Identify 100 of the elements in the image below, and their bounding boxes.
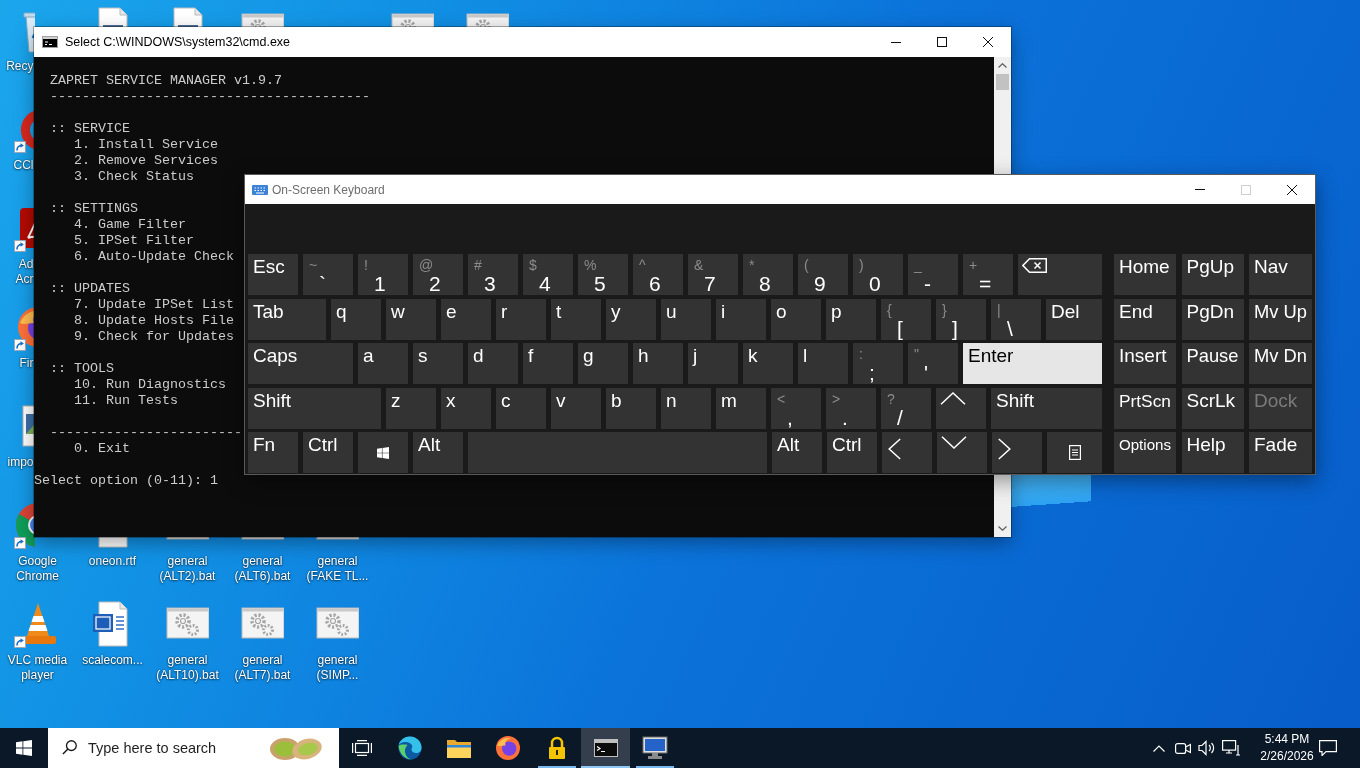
keyboard-key[interactable]: g — [578, 343, 628, 384]
keyboard-key[interactable]: Tab — [248, 298, 326, 340]
keyboard-key[interactable]: * 8 — [743, 254, 793, 295]
taskbar-app-button[interactable] — [581, 728, 630, 768]
document-icon[interactable] — [172, 7, 203, 27]
keyboard-key[interactable]: Insert — [1114, 343, 1176, 384]
keyboard-key[interactable]: { [ — [881, 298, 931, 340]
network-icon[interactable] — [1222, 740, 1240, 756]
keyboard-key[interactable]: PgDn — [1181, 298, 1244, 340]
keyboard-key[interactable]: @ 2 — [413, 254, 463, 295]
notification-icon[interactable] — [1319, 740, 1337, 756]
keyboard-key[interactable] — [937, 432, 987, 473]
gears-window-icon[interactable] — [240, 607, 284, 639]
keyboard-key[interactable]: Home — [1114, 254, 1176, 295]
keyboard-key[interactable]: Fn — [248, 432, 298, 473]
keyboard-key[interactable]: i — [716, 298, 766, 340]
gears-window-icon[interactable] — [165, 607, 209, 639]
keyboard-key[interactable]: # 3 — [468, 254, 518, 295]
keyboard-key[interactable]: _ - — [908, 254, 958, 295]
keyboard-key[interactable]: y — [606, 298, 656, 340]
gears-window-icon[interactable] — [240, 13, 284, 27]
keyboard-key[interactable]: ScrLk — [1181, 387, 1244, 429]
keyboard-key[interactable]: Alt — [413, 432, 463, 473]
keyboard-key[interactable]: t — [551, 298, 601, 340]
document-icon[interactable] — [97, 7, 128, 27]
keyboard-key[interactable]: ^ 6 — [633, 254, 683, 295]
keyboard-key[interactable]: q — [331, 298, 381, 340]
keyboard-key[interactable]: Ctrl — [827, 432, 877, 473]
scrollbar-thumb[interactable] — [996, 74, 1009, 90]
keyboard-key[interactable]: | \ — [991, 298, 1041, 340]
keyboard-key[interactable]: c — [496, 387, 546, 429]
keyboard-key[interactable]: Options — [1114, 432, 1176, 473]
keyboard-key[interactable]: < , — [771, 387, 821, 429]
keyboard-key[interactable]: Shift — [248, 387, 381, 429]
keyboard-key[interactable]: Nav — [1249, 254, 1312, 295]
chevron-up-icon[interactable] — [1153, 744, 1165, 752]
keyboard-key[interactable]: ( 9 — [798, 254, 848, 295]
keyboard-key[interactable]: Esc — [248, 254, 298, 295]
keyboard-key[interactable]: End — [1114, 298, 1176, 340]
gears-window-icon[interactable] — [390, 13, 434, 27]
keyboard-key[interactable]: e — [441, 298, 491, 340]
padlock-icon — [547, 736, 566, 760]
keyboard-key[interactable]: PrtScn — [1114, 387, 1176, 429]
image-file-icon[interactable] — [21, 405, 35, 447]
keyboard-key[interactable]: Enter — [963, 343, 1102, 384]
keyboard-key[interactable]: l — [798, 343, 848, 384]
keyboard-key[interactable] — [936, 387, 986, 429]
keyboard-key[interactable]: Alt — [772, 432, 822, 473]
keyboard-key[interactable]: r — [496, 298, 546, 340]
keyboard-key[interactable]: Mv Up — [1249, 298, 1312, 340]
keyboard-key[interactable]: Mv Dn — [1249, 343, 1312, 384]
keyboard-key[interactable]: s — [413, 343, 463, 384]
speaker-icon[interactable] — [1198, 740, 1216, 756]
keyboard-key[interactable]: u — [661, 298, 711, 340]
keyboard-key[interactable]: ? / — [881, 387, 931, 429]
keyboard-key[interactable]: d — [468, 343, 518, 384]
keyboard-key[interactable]: + = — [963, 254, 1013, 295]
keyboard-key[interactable] — [1047, 432, 1102, 473]
keyboard-key[interactable]: PgUp — [1181, 254, 1244, 295]
keyboard-key[interactable]: Del — [1046, 298, 1102, 340]
keyboard-key[interactable]: k — [743, 343, 793, 384]
menu-option: 3. Check Status — [74, 169, 194, 185]
keyboard-key[interactable]: > . — [826, 387, 876, 429]
video-camera-icon[interactable] — [1175, 742, 1191, 754]
keyboard-key[interactable]: % 5 — [578, 254, 628, 295]
keyboard-key[interactable]: z — [386, 387, 436, 429]
search-field[interactable]: Type here to search — [48, 728, 339, 768]
keyboard-key[interactable]: ) 0 — [853, 254, 903, 295]
keyboard-key[interactable]: Pause — [1181, 343, 1244, 384]
keyboard-key[interactable]: n — [661, 387, 711, 429]
keyboard-key[interactable]: p — [826, 298, 876, 340]
keyboard-key[interactable]: h — [633, 343, 683, 384]
keyboard-key[interactable]: x — [441, 387, 491, 429]
keyboard-key[interactable]: Fade — [1249, 432, 1312, 473]
keyboard-key[interactable] — [358, 432, 408, 473]
icon-label: Recy — [5, 59, 34, 74]
keyboard-key[interactable]: Ctrl — [303, 432, 353, 473]
keyboard-key[interactable]: ! 1 — [358, 254, 408, 295]
keyboard-key[interactable]: f — [523, 343, 573, 384]
keyboard-key[interactable]: o — [771, 298, 821, 340]
keyboard-key[interactable]: Help — [1181, 432, 1244, 473]
keyboard-key[interactable]: $ 4 — [523, 254, 573, 295]
keyboard-key[interactable]: m — [716, 387, 766, 429]
keyboard-key[interactable]: ~ ` — [303, 254, 353, 295]
keyboard-key[interactable] — [1018, 254, 1102, 295]
keyboard-key[interactable]: " ' — [908, 343, 958, 384]
keyboard-key[interactable]: b — [606, 387, 656, 429]
keyboard-key[interactable]: : ; — [853, 343, 903, 384]
keyboard-key[interactable]: v — [551, 387, 601, 429]
keyboard-key[interactable]: Caps — [248, 343, 353, 384]
gears-window-icon[interactable] — [465, 13, 509, 27]
keyboard-key[interactable]: j — [688, 343, 738, 384]
document-icon[interactable] — [92, 601, 128, 647]
keyboard-key[interactable]: Shift — [991, 387, 1102, 429]
keyboard-key[interactable]: w — [386, 298, 436, 340]
keyboard-key[interactable]: & 7 — [688, 254, 738, 295]
keyboard-key[interactable]: a — [358, 343, 408, 384]
keyboard-key[interactable]: } ] — [936, 298, 986, 340]
clock-date: 2/26/2026 — [1260, 749, 1314, 764]
gears-window-icon[interactable] — [315, 607, 359, 639]
